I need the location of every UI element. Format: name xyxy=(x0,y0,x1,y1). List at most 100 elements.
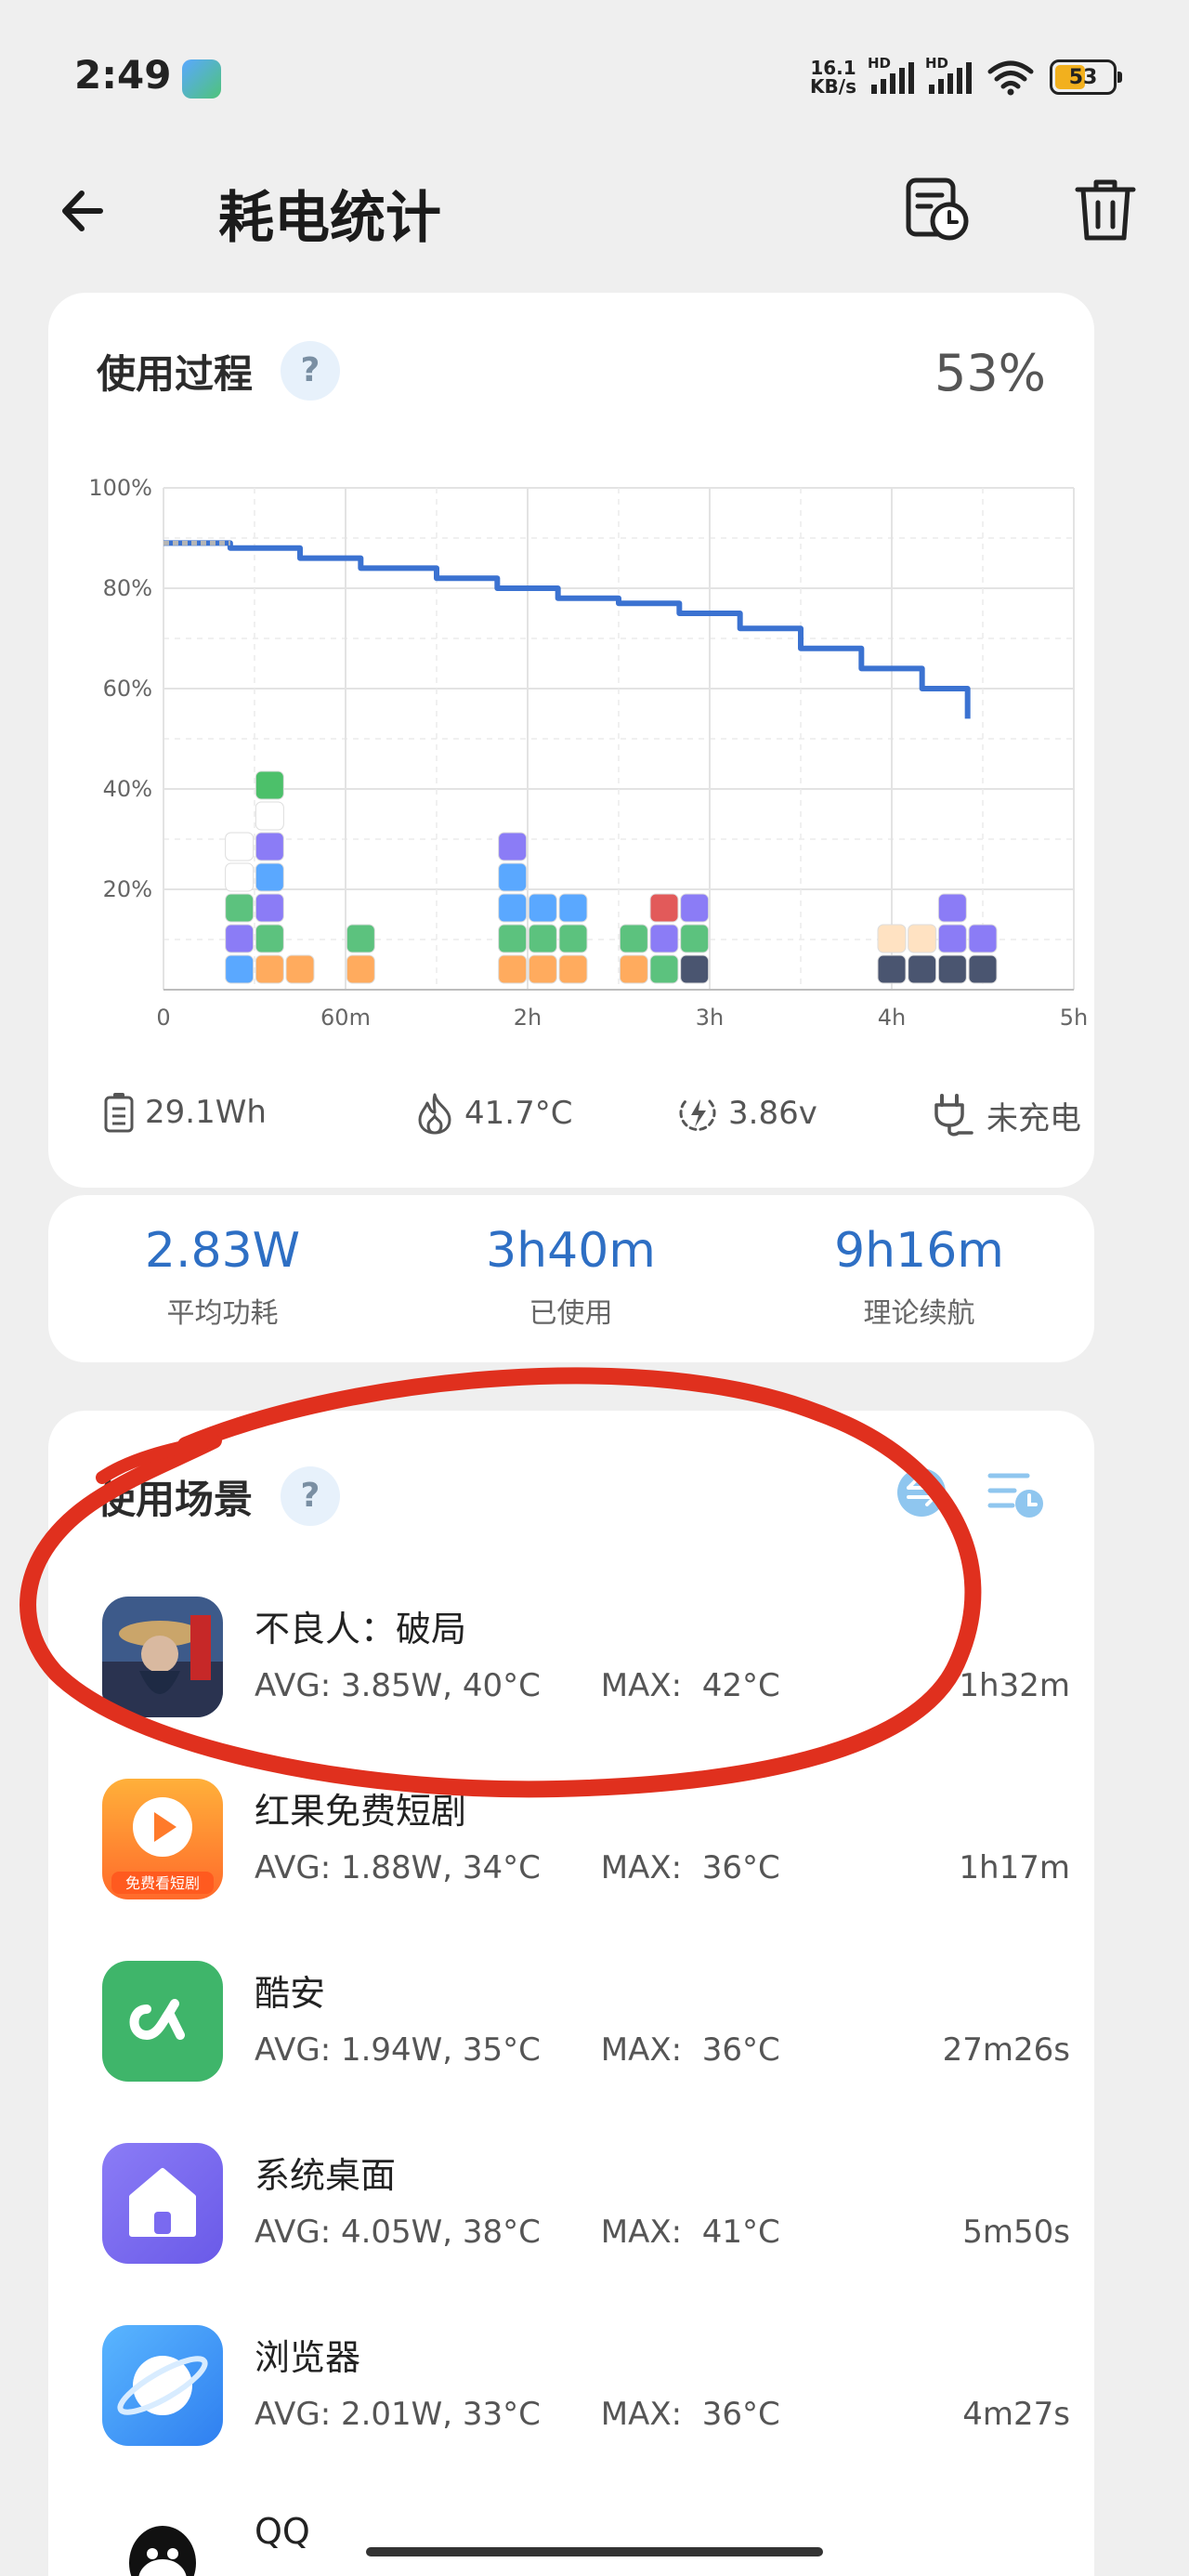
signal-icon: HD xyxy=(868,55,914,94)
app-block-coolapk xyxy=(346,924,375,953)
home-indicator[interactable] xyxy=(366,2547,823,2556)
app-block-coolapk xyxy=(225,893,255,923)
sort-by-time-icon[interactable] xyxy=(986,1465,1046,1520)
battery-icon: 53 xyxy=(1050,59,1122,95)
x-tick-label: 4h xyxy=(878,1005,906,1031)
y-tick-label: 60% xyxy=(103,676,152,702)
x-tick-label: 2h xyxy=(514,1005,542,1031)
app-duration: 27m26s xyxy=(942,2031,1070,2069)
usage-process-card: 使用过程 ? 53% 100% 80% 60% 40% 20% 0 60m 2h 3h 4h 5h … xyxy=(48,293,1094,1188)
svg-text:免费看短剧: 免费看短剧 xyxy=(125,1874,200,1892)
app-block-game xyxy=(908,954,937,984)
y-tick-label: 40% xyxy=(103,776,152,802)
battery-capacity-icon xyxy=(104,1093,134,1133)
app-block-video xyxy=(528,954,557,984)
app-block-home xyxy=(255,832,284,861)
scenes-title: 使用场景 xyxy=(97,1477,254,1522)
app-stats: AVG: 1.94W, 35°C MAX: 36°C xyxy=(255,2031,780,2069)
app-block-video xyxy=(285,954,315,984)
app-duration: 5m50s xyxy=(962,2214,1070,2251)
notification-app-icon xyxy=(182,59,221,99)
app-block-video xyxy=(346,954,375,984)
sort-toggle-icon[interactable] xyxy=(894,1465,949,1520)
used-time-stat: 3h40m 已使用 xyxy=(486,1223,656,1330)
app-row[interactable]: 免费看短剧 红果免费短剧 AVG: 1.88W, 34°C MAX: 36°C … xyxy=(48,1762,1094,1944)
status-indicators: 16.1 KB/s HD HD 53 xyxy=(810,54,1122,100)
app-block-qq xyxy=(225,862,255,892)
capacity-info: 29.1Wh xyxy=(102,1092,267,1133)
app-block-home xyxy=(937,924,967,953)
charging-info: 未充电 xyxy=(931,1092,1081,1138)
app-duration: 1h17m xyxy=(959,1849,1070,1886)
app-block-home xyxy=(937,893,967,923)
flame-icon xyxy=(418,1093,451,1135)
network-speed: 16.1 KB/s xyxy=(810,57,856,98)
game-icon xyxy=(102,1597,223,1717)
battery-usage-chart: 100% 80% 60% 40% 20% 0 60m 2h 3h 4h 5h xyxy=(88,475,1088,1031)
app-block-video xyxy=(255,954,284,984)
x-tick-label: 60m xyxy=(320,1005,371,1031)
battery-info-row: 29.1Wh 41.7°C 3.86v 未充电 xyxy=(48,1092,1094,1176)
voltage-info: 3.86v xyxy=(676,1092,817,1135)
app-row[interactable]: QQ xyxy=(48,2491,1094,2576)
app-block-cup xyxy=(877,924,907,953)
app-block-game xyxy=(937,954,967,984)
signal-icon: HD xyxy=(925,55,972,94)
qq-icon xyxy=(102,2507,223,2576)
app-name: 不良人：破局 xyxy=(255,1609,467,1649)
estimate-stat: 9h16m 理论续航 xyxy=(834,1223,1004,1330)
app-block-browser xyxy=(558,893,588,923)
back-arrow-icon[interactable] xyxy=(54,178,119,243)
app-row[interactable]: 酷安 AVG: 1.94W, 35°C MAX: 36°C 27m26s xyxy=(48,1944,1094,2126)
wifi-icon xyxy=(987,60,1034,96)
x-tick-label: 3h xyxy=(696,1005,724,1031)
app-name: QQ xyxy=(255,2511,310,2552)
help-icon[interactable]: ? xyxy=(281,341,340,401)
app-block-red xyxy=(649,893,679,923)
app-block-video xyxy=(498,954,528,984)
app-name: 系统桌面 xyxy=(255,2155,397,2196)
app-block-home xyxy=(498,832,528,861)
app-block-coolapk xyxy=(528,924,557,953)
app-block-coolapk xyxy=(498,924,528,953)
app-row[interactable]: 浏览器 AVG: 2.01W, 33°C MAX: 36°C 4m27s xyxy=(48,2308,1094,2491)
app-block-browser xyxy=(498,893,528,923)
app-block-coolapk xyxy=(255,924,284,953)
app-row[interactable]: 系统桌面 AVG: 4.05W, 38°C MAX: 41°C 5m50s xyxy=(48,2126,1094,2308)
app-block-settings xyxy=(255,801,284,831)
app-block-pinduoduo xyxy=(225,832,255,861)
y-tick-label: 20% xyxy=(103,876,152,902)
app-block-game xyxy=(877,954,907,984)
battery-level-line xyxy=(163,540,971,719)
delete-icon[interactable] xyxy=(1070,175,1141,245)
app-name: 浏览器 xyxy=(255,2337,361,2378)
app-stats: AVG: 3.85W, 40°C MAX: 42°C xyxy=(255,1667,780,1704)
avg-power-stat: 2.83W 平均功耗 xyxy=(144,1223,301,1330)
status-time: 2:49 xyxy=(74,52,172,98)
app-block-coolapk xyxy=(558,924,588,953)
x-tick-label: 0 xyxy=(156,1005,170,1031)
app-block-video xyxy=(558,954,588,984)
app-stats: AVG: 4.05W, 38°C MAX: 41°C xyxy=(255,2214,780,2251)
app-row[interactable]: 不良人：破局 AVG: 3.85W, 40°C MAX: 42°C 1h32m xyxy=(48,1580,1094,1762)
power-summary-card: 2.83W 平均功耗 3h40m 已使用 9h16m 理论续航 xyxy=(48,1195,1094,1362)
app-block-game xyxy=(680,954,710,984)
plug-icon xyxy=(934,1094,973,1137)
app-block-browser xyxy=(528,893,557,923)
x-tick-label: 5h xyxy=(1060,1005,1088,1031)
app-stats: AVG: 1.88W, 34°C MAX: 36°C xyxy=(255,1849,780,1886)
app-duration: 4m27s xyxy=(962,2396,1070,2433)
help-icon[interactable]: ? xyxy=(281,1466,340,1526)
page-title: 耗电统计 xyxy=(218,186,441,251)
coolapk-icon xyxy=(102,1961,223,2082)
scene-actions xyxy=(894,1465,1046,1520)
app-block-home xyxy=(255,893,284,923)
y-tick-label: 100% xyxy=(88,475,152,501)
usage-scenes-card: 使用场景 ? 不良人：破局 AVG: 3.85W, 40°C MAX: 42°C… xyxy=(48,1411,1094,2576)
usage-title: 使用过程 xyxy=(97,351,254,397)
app-name: 酷安 xyxy=(255,1973,326,2014)
history-icon[interactable] xyxy=(903,175,973,245)
app-block-cup xyxy=(908,924,937,953)
app-block-home xyxy=(680,893,710,923)
app-name: 红果免费短剧 xyxy=(255,1791,467,1832)
